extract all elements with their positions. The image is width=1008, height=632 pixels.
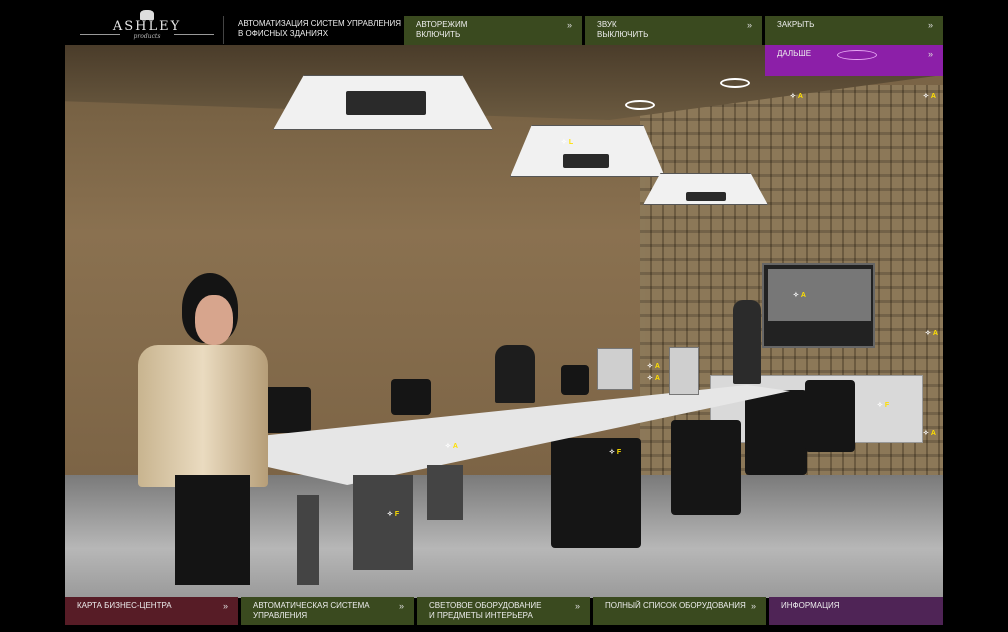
- dog-icon: [140, 10, 154, 20]
- double-arrow-icon: »: [746, 20, 752, 30]
- double-arrow-icon: »: [927, 49, 933, 59]
- downlight: [720, 78, 750, 88]
- double-arrow-icon: »: [750, 601, 756, 611]
- autoplay-action: ВКЛЮЧИТЬ: [416, 30, 461, 39]
- logo-left-line: [80, 34, 120, 35]
- office-chair: [745, 390, 807, 475]
- office-chair: [561, 365, 589, 395]
- hotspot-f[interactable]: F: [877, 402, 889, 410]
- sound-label: ЗВУК: [597, 20, 617, 29]
- automatic-control-label-line1: АВТОМАТИЧЕСКАЯ СИСТЕМА: [253, 601, 370, 610]
- table-leg: [297, 495, 319, 585]
- office-chair: [805, 380, 855, 452]
- close-button[interactable]: ЗАКРЫТЬ »: [765, 16, 943, 45]
- equipment-list-button[interactable]: ПОЛНЫЙ СПИСОК ОБОРУДОВАНИЯ »: [593, 597, 766, 625]
- lamp-light-cell: [686, 192, 726, 201]
- hotspot-a[interactable]: A: [923, 93, 936, 101]
- business-center-map-button[interactable]: КАРТА БИЗНЕС-ЦЕНТРА »: [65, 597, 238, 625]
- ashley-logo[interactable]: ASHLEY products: [80, 10, 214, 44]
- hotspot-a[interactable]: A: [925, 330, 938, 338]
- lamp-light-cell: [563, 154, 609, 168]
- table-leg: [427, 465, 463, 520]
- information-button[interactable]: ИНФОРМАЦИЯ: [769, 597, 943, 625]
- logo-brand: ASHLEY: [112, 19, 182, 34]
- sound-action: ВЫКЛЮЧИТЬ: [597, 30, 649, 39]
- video-wall-screen: [768, 269, 871, 321]
- automatic-control-label-line2: УПРАВЛЕНИЯ: [253, 611, 308, 620]
- double-arrow-icon: »: [574, 601, 580, 611]
- seated-man: [495, 345, 535, 403]
- table-leg: [353, 475, 413, 570]
- hotspot-a[interactable]: A: [647, 363, 660, 371]
- double-arrow-icon: »: [566, 20, 572, 30]
- presenter-jacket: [138, 345, 268, 487]
- hotspot-a[interactable]: A: [647, 375, 660, 383]
- lamp-light-cell: [346, 91, 426, 115]
- hotspot-l[interactable]: L: [561, 139, 573, 147]
- autoplay-label: АВТОРЕЖИМ: [416, 20, 468, 29]
- ceiling-lamp[interactable]: [273, 75, 493, 130]
- presenter-face: [195, 295, 233, 345]
- hotspot-f[interactable]: F: [387, 511, 399, 519]
- close-label: ЗАКРЫТЬ: [777, 20, 815, 29]
- ceiling-lamp[interactable]: [510, 125, 665, 177]
- ring-icon: [837, 50, 877, 60]
- downlight: [625, 100, 655, 110]
- hotspot-a[interactable]: A: [793, 292, 806, 300]
- double-arrow-icon: »: [927, 20, 933, 30]
- pop-up-monitor[interactable]: [669, 347, 699, 395]
- page-title-line1: АВТОМАТИЗАЦИЯ СИСТЕМ УПРАВЛЕНИЯ: [238, 19, 401, 28]
- video-wall-display[interactable]: [762, 263, 875, 348]
- lighting-label-line2: И ПРЕДМЕТЫ ИНТЕРЬЕРА: [429, 611, 533, 620]
- hotspot-f[interactable]: F: [609, 449, 621, 457]
- presenter-trousers: [175, 475, 250, 585]
- hotspot-a[interactable]: A: [790, 93, 803, 101]
- conference-room-scene: A A L A A A A A F A F F: [65, 45, 943, 598]
- automatic-control-system-button[interactable]: АВТОМАТИЧЕСКАЯ СИСТЕМА УПРАВЛЕНИЯ »: [241, 597, 414, 625]
- presenting-woman: [733, 300, 761, 384]
- hotspot-a[interactable]: A: [445, 443, 458, 451]
- lighting-label-line1: СВЕТОВОЕ ОБОРУДОВАНИЕ: [429, 601, 542, 610]
- office-chair: [551, 438, 641, 548]
- page-title-line2: В ОФИСНЫХ ЗДАНИЯХ: [238, 29, 329, 38]
- lighting-equipment-button[interactable]: СВЕТОВОЕ ОБОРУДОВАНИЕ И ПРЕДМЕТЫ ИНТЕРЬЕ…: [417, 597, 590, 625]
- office-chair: [391, 379, 431, 415]
- next-button[interactable]: ДАЛЬШЕ »: [765, 45, 943, 76]
- ceiling-lamp[interactable]: [643, 173, 768, 205]
- double-arrow-icon: »: [398, 601, 404, 611]
- business-center-map-label: КАРТА БИЗНЕС-ЦЕНТРА: [77, 601, 172, 610]
- sound-button[interactable]: ЗВУК ВЫКЛЮЧИТЬ »: [585, 16, 762, 45]
- hotspot-a[interactable]: A: [923, 430, 936, 438]
- logo-right-line: [174, 34, 214, 35]
- autoplay-button[interactable]: АВТОРЕЖИМ ВКЛЮЧИТЬ »: [404, 16, 582, 45]
- office-chair: [671, 420, 741, 515]
- pop-up-monitor[interactable]: [597, 348, 633, 390]
- information-label: ИНФОРМАЦИЯ: [781, 601, 840, 610]
- page-title: АВТОМАТИЗАЦИЯ СИСТЕМ УПРАВЛЕНИЯ В ОФИСНЫ…: [223, 16, 403, 44]
- equipment-list-label: ПОЛНЫЙ СПИСОК ОБОРУДОВАНИЯ: [605, 601, 746, 610]
- double-arrow-icon: »: [222, 601, 228, 611]
- office-chair: [263, 387, 311, 433]
